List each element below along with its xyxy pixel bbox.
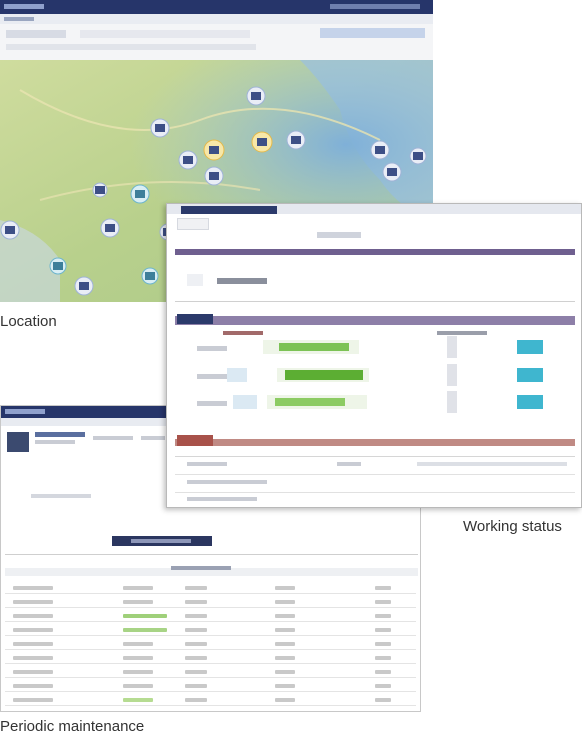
table-row[interactable] xyxy=(5,696,416,706)
status-section-header xyxy=(175,316,575,325)
machine-thumbnail xyxy=(7,432,29,452)
caption-working-status: Working status xyxy=(463,518,562,535)
status-indicator xyxy=(517,340,543,354)
table-row[interactable] xyxy=(5,612,416,622)
status-indicator xyxy=(517,368,543,382)
status-indicator xyxy=(517,395,543,409)
window-tab[interactable] xyxy=(181,206,277,214)
table-row[interactable] xyxy=(5,626,416,636)
alert-section-header xyxy=(175,439,575,446)
table-row[interactable] xyxy=(5,682,416,692)
table-row[interactable] xyxy=(5,654,416,664)
status-bar-green xyxy=(285,370,363,380)
caption-periodic-maintenance: Periodic maintenance xyxy=(0,718,145,735)
table-row[interactable] xyxy=(5,640,416,650)
table-row[interactable] xyxy=(5,598,416,608)
table-row[interactable] xyxy=(5,584,416,594)
caption-location: Location xyxy=(0,313,57,330)
working-status-screenshot xyxy=(166,203,582,508)
status-bar-green xyxy=(279,343,349,351)
table-row[interactable] xyxy=(5,668,416,678)
header-divider xyxy=(175,249,575,255)
status-bar-green xyxy=(275,398,345,406)
